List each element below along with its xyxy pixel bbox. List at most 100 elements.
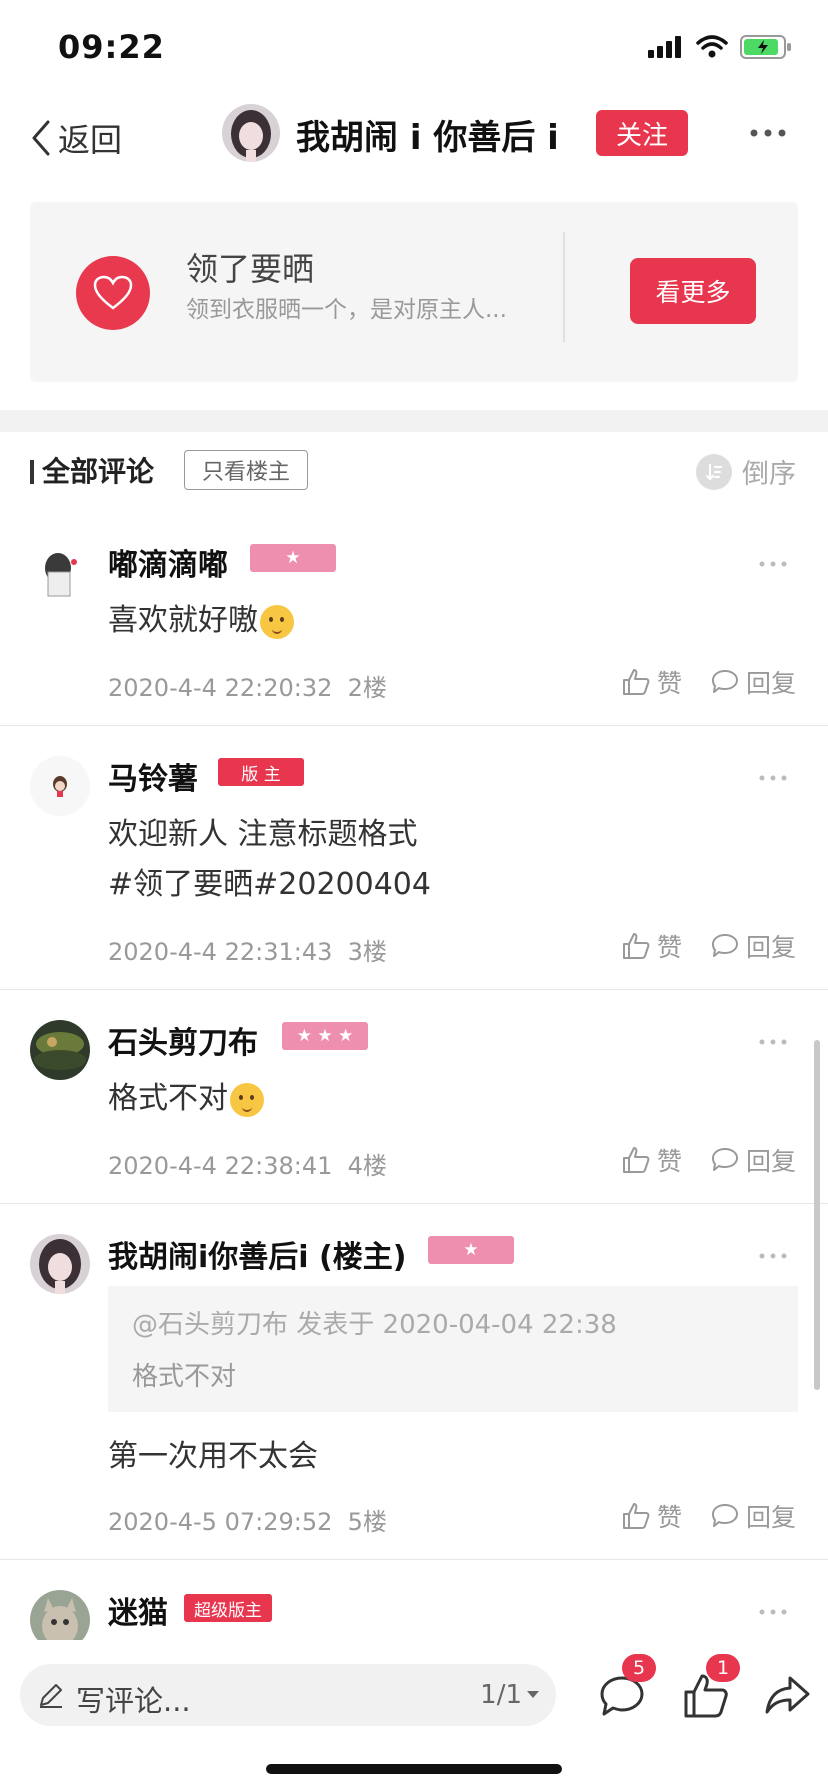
only-op-toggle[interactable]: 只看楼主: [184, 450, 308, 490]
chat-bubble-icon: [711, 1148, 738, 1171]
sort-icon: [696, 453, 732, 490]
status-bar: 09:22: [0, 0, 828, 96]
username[interactable]: 我胡闹i你善后i (楼主): [108, 1232, 406, 1276]
comment-meta: 2020-4-4 22:38:41 4楼: [108, 1146, 387, 1181]
chat-bubble-icon: [711, 670, 738, 693]
forum-logo: [76, 256, 150, 330]
comment-text-content: 喜欢就好嗷: [108, 603, 258, 638]
reply-button[interactable]: 回复: [710, 1498, 796, 1534]
header-accent-bar: [30, 460, 34, 484]
comment-item: 石头剪刀布 ★ ★ ★ 格式不对 2020-4-4 22:38:41 4楼 赞 …: [0, 990, 828, 1204]
comment-actions: 赞 回复: [621, 1142, 796, 1178]
more-icon[interactable]: [748, 118, 788, 148]
comment-actions: 赞 回复: [621, 928, 796, 964]
follow-button[interactable]: 关注: [596, 110, 688, 156]
like-label: 赞: [656, 933, 682, 962]
comment-more-icon[interactable]: [758, 768, 788, 788]
comment-input[interactable]: 写评论... 1/1: [20, 1664, 556, 1726]
like-button[interactable]: 赞: [621, 1142, 682, 1178]
signal-icon: [648, 36, 681, 58]
comments-header: 全部评论 只看楼主 倒序: [0, 432, 828, 512]
sort-label: 倒序: [742, 459, 796, 490]
level-badge: ★: [428, 1236, 514, 1264]
avatar[interactable]: [30, 756, 90, 816]
reply-label: 回复: [745, 1147, 796, 1176]
status-icons: [648, 34, 792, 60]
quote-text: 格式不对: [132, 1362, 237, 1392]
reply-label: 回复: [745, 669, 796, 698]
see-more-button[interactable]: 看更多: [630, 258, 756, 324]
share-arrow-icon: [765, 1676, 810, 1714]
comment-item: 嘟滴滴嘟 ★ 喜欢就好嗷 2020-4-4 22:20:32 2楼 赞 回复: [0, 512, 828, 726]
pencil-icon: [40, 1684, 62, 1708]
comments-button[interactable]: 5: [596, 1654, 656, 1722]
nav-bar: 返回 我胡闹 i 你善后 i 关注: [0, 96, 828, 194]
back-button[interactable]: 返回: [28, 108, 122, 168]
avatar[interactable]: [30, 542, 90, 602]
emoji-icon: [260, 604, 294, 639]
divider: [563, 232, 565, 342]
section-divider: [0, 410, 828, 432]
username[interactable]: 马铃薯: [108, 754, 198, 798]
author-avatar[interactable]: [222, 104, 280, 162]
comment-floor: 5楼: [347, 1508, 387, 1536]
super-moderator-badge: 超级版主: [184, 1594, 272, 1622]
like-button[interactable]: 赞: [621, 664, 682, 700]
like-count-badge: 1: [706, 1654, 740, 1682]
comment-text: 格式不对: [108, 1074, 264, 1124]
caret-down-icon: [527, 1691, 539, 1698]
comment-date: 2020-4-4 22:20:32: [108, 674, 333, 702]
comment-actions: 赞 回复: [621, 1498, 796, 1534]
comment-text-line: 欢迎新人 注意标题格式: [108, 817, 418, 852]
reply-button[interactable]: 回复: [710, 664, 796, 700]
page-selector[interactable]: 1/1: [480, 1680, 540, 1710]
comment-text: 喜欢就好嗷: [108, 596, 294, 646]
heart-icon: [93, 275, 133, 310]
comment-date: 2020-4-4 22:38:41: [108, 1152, 333, 1180]
reply-button[interactable]: 回复: [710, 928, 796, 964]
comment-text-content: 第一次用不太会: [108, 1439, 318, 1474]
battery-icon: [740, 35, 791, 59]
chat-bubble-icon: [711, 1504, 738, 1527]
avatar[interactable]: [30, 1234, 90, 1294]
avatar[interactable]: [30, 1590, 90, 1640]
forum-card[interactable]: 领了要晒 领到衣服晒一个，是对原主人... 看更多: [30, 202, 798, 382]
comment-text-content: 格式不对: [108, 1081, 228, 1116]
page-indicator: 1/1: [480, 1680, 522, 1710]
comment-more-icon[interactable]: [758, 554, 788, 574]
like-label: 赞: [656, 669, 682, 698]
comment-item: 我胡闹i你善后i (楼主) ★ @石头剪刀布 发表于 2020-04-04 22…: [0, 1204, 828, 1560]
thumbs-up-icon: [622, 669, 650, 695]
comment-text: 欢迎新人 注意标题格式 #领了要晒#20200404: [108, 810, 431, 910]
quoted-reply[interactable]: @石头剪刀布 发表于 2020-04-04 22:38 格式不对: [108, 1286, 798, 1412]
scrollbar[interactable]: [814, 1040, 820, 1390]
sort-toggle[interactable]: 倒序: [696, 452, 796, 491]
chat-bubble-icon: [711, 934, 738, 957]
share-button[interactable]: [762, 1670, 814, 1722]
reply-label: 回复: [745, 1503, 796, 1532]
like-post-button[interactable]: 1: [680, 1654, 740, 1722]
avatar[interactable]: [30, 1020, 90, 1080]
comment-meta: 2020-4-4 22:31:43 3楼: [108, 932, 387, 967]
comment-more-icon[interactable]: [758, 1246, 788, 1266]
reply-button[interactable]: 回复: [710, 1142, 796, 1178]
comment-date: 2020-4-5 07:29:52: [108, 1508, 333, 1536]
forum-description: 领到衣服晒一个，是对原主人...: [186, 297, 507, 323]
comment-floor: 4楼: [347, 1152, 387, 1180]
comment-more-icon[interactable]: [758, 1032, 788, 1052]
comment-input-placeholder: 写评论...: [76, 1684, 191, 1718]
level-badge: ★: [250, 544, 336, 572]
comment-meta: 2020-4-4 22:20:32 2楼: [108, 668, 387, 703]
moderator-badge: 版 主: [218, 758, 304, 786]
username[interactable]: 石头剪刀布: [108, 1018, 258, 1062]
comment-floor: 3楼: [347, 938, 387, 966]
comment-count-badge: 5: [622, 1654, 656, 1682]
reply-label: 回复: [745, 933, 796, 962]
username[interactable]: 迷猫: [108, 1588, 168, 1632]
comment-meta: 2020-4-5 07:29:52 5楼: [108, 1502, 387, 1537]
comment-more-icon[interactable]: [758, 1602, 788, 1622]
back-label: 返回: [58, 121, 123, 159]
username[interactable]: 嘟滴滴嘟: [108, 540, 228, 584]
like-button[interactable]: 赞: [621, 928, 682, 964]
like-button[interactable]: 赞: [621, 1498, 682, 1534]
